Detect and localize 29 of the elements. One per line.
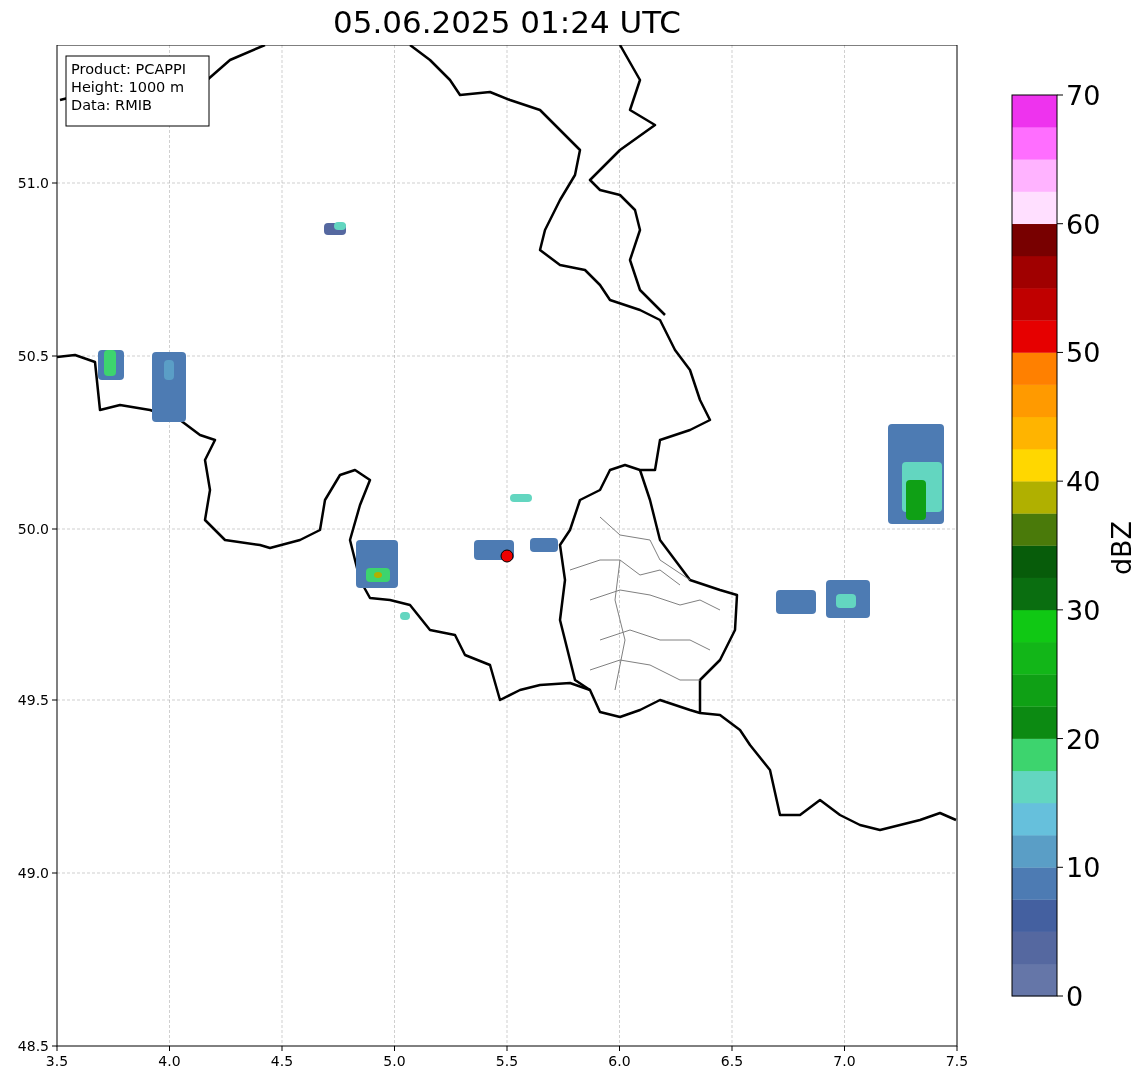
colorbar-tick-label: 10 xyxy=(1066,852,1101,884)
x-tick-label: 7.5 xyxy=(945,1053,969,1069)
colorbar-tick-label: 40 xyxy=(1066,466,1101,498)
x-tick-label: 3.5 xyxy=(45,1053,69,1069)
colorbar-tick-label: 0 xyxy=(1066,981,1084,1012)
x-tick-label: 5.0 xyxy=(383,1053,406,1069)
colorbar-tick-label: 70 xyxy=(1066,80,1101,111)
x-tick-label: 4.0 xyxy=(158,1053,181,1069)
colorbar-label: dBZ xyxy=(1106,520,1137,576)
info-text: Product: PCAPPI xyxy=(71,61,187,77)
colorbar-tick-label: 50 xyxy=(1066,337,1101,369)
x-tick-label: 7.0 xyxy=(833,1053,856,1069)
info-text: Data: RMIB xyxy=(71,97,152,113)
y-tick-label: 50.5 xyxy=(17,348,49,364)
y-tick-label: 48.5 xyxy=(17,1038,49,1054)
y-tick-label: 49.5 xyxy=(17,692,49,708)
colorbar-tick-label: 60 xyxy=(1066,208,1101,240)
x-tick-label: 6.5 xyxy=(720,1053,744,1069)
colorbar-tick-label: 30 xyxy=(1066,594,1101,626)
colorbar-tick-label: 20 xyxy=(1066,723,1101,755)
y-tick-label: 51.0 xyxy=(17,175,49,191)
info-text: Height: 1000 m xyxy=(71,79,185,95)
x-tick-label: 6.0 xyxy=(608,1053,631,1069)
y-tick-label: 49.0 xyxy=(17,865,49,881)
chart-title: 05.06.2025 01:24 UTC xyxy=(333,7,681,38)
y-tick-label: 50.0 xyxy=(17,521,49,537)
radar-site-marker xyxy=(500,549,514,563)
x-tick-label: 4.5 xyxy=(270,1053,294,1069)
x-tick-label: 5.5 xyxy=(495,1053,519,1069)
